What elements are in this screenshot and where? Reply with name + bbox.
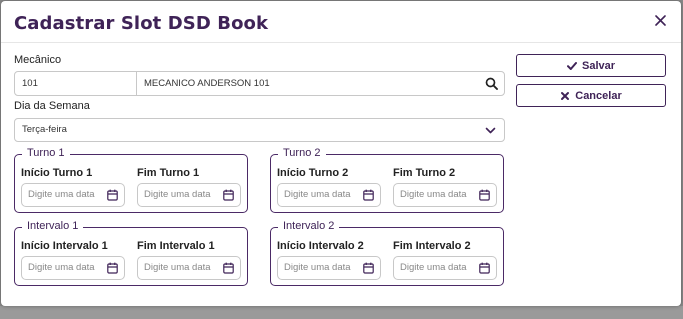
- close-button[interactable]: [651, 10, 669, 30]
- check-icon: [566, 61, 577, 70]
- calendar-icon[interactable]: [363, 189, 374, 201]
- legend-intervalo-2: Intervalo 2: [278, 220, 340, 232]
- start-turno-2-input[interactable]: Digite uma data: [277, 183, 381, 207]
- end-turno-2-input[interactable]: Digite uma data: [393, 183, 497, 207]
- start-turno-1-label: Início Turno 1: [21, 167, 93, 179]
- calendar-icon[interactable]: [223, 262, 234, 274]
- x-icon: [561, 91, 570, 100]
- backdrop-table: [0, 306, 683, 319]
- mechanic-code-input[interactable]: 101: [14, 71, 137, 96]
- start-turno-1-input[interactable]: Digite uma data: [21, 183, 125, 207]
- save-button[interactable]: Salvar: [516, 54, 666, 77]
- end-turno-1-input[interactable]: Digite uma data: [137, 183, 241, 207]
- modal-header: Cadastrar Slot DSD Book: [1, 1, 681, 43]
- mechanic-name-input[interactable]: MECANICO ANDERSON 101: [136, 71, 505, 96]
- end-intervalo-2-input[interactable]: Digite uma data: [393, 256, 497, 280]
- fieldset-intervalo-1: Intervalo 1 Início Intervalo 1 Fim Inter…: [14, 220, 248, 286]
- fieldset-intervalo-2: Intervalo 2 Início Intervalo 2 Fim Inter…: [270, 220, 504, 286]
- end-turno-2-label: Fim Turno 2: [393, 167, 456, 179]
- cancel-button-label: Cancelar: [575, 89, 622, 102]
- search-icon[interactable]: [485, 77, 498, 90]
- date-placeholder: Digite uma data: [144, 262, 211, 273]
- mechanic-name-value: MECANICO ANDERSON 101: [144, 78, 270, 89]
- close-icon: [654, 14, 666, 26]
- weekday-select[interactable]: Terça-feira: [14, 118, 505, 142]
- date-placeholder: Digite uma data: [400, 189, 467, 200]
- end-turno-1-label: Fim Turno 1: [137, 167, 200, 179]
- chevron-down-icon: [485, 127, 496, 134]
- start-turno-2-label: Início Turno 2: [277, 167, 349, 179]
- date-placeholder: Digite uma data: [284, 262, 351, 273]
- fieldset-turno-2: Turno 2 Início Turno 2 Fim Turno 2 Digit…: [270, 147, 504, 213]
- date-placeholder: Digite uma data: [284, 189, 351, 200]
- calendar-icon[interactable]: [107, 189, 118, 201]
- calendar-icon[interactable]: [223, 189, 234, 201]
- start-intervalo-2-label: Início Intervalo 2: [277, 240, 364, 252]
- calendar-icon[interactable]: [479, 189, 490, 201]
- modal-title: Cadastrar Slot DSD Book: [14, 13, 269, 34]
- start-intervalo-1-input[interactable]: Digite uma data: [21, 256, 125, 280]
- date-placeholder: Digite uma data: [28, 189, 95, 200]
- fieldset-turno-1: Turno 1 Início Turno 1 Fim Turno 1 Digit…: [14, 147, 248, 213]
- register-slot-modal: Cadastrar Slot DSD Book Mecânico 101 MEC…: [1, 1, 681, 306]
- calendar-icon[interactable]: [107, 262, 118, 274]
- calendar-icon[interactable]: [479, 262, 490, 274]
- save-button-label: Salvar: [581, 59, 616, 72]
- end-intervalo-1-input[interactable]: Digite uma data: [137, 256, 241, 280]
- start-intervalo-2-input[interactable]: Digite uma data: [277, 256, 381, 280]
- legend-turno-2: Turno 2: [278, 147, 326, 159]
- weekday-selected-value: Terça-feira: [22, 124, 67, 135]
- weekday-label: Dia da Semana: [14, 100, 90, 112]
- calendar-icon[interactable]: [363, 262, 374, 274]
- date-placeholder: Digite uma data: [400, 262, 467, 273]
- start-intervalo-1-label: Início Intervalo 1: [21, 240, 108, 252]
- cancel-button[interactable]: Cancelar: [516, 84, 666, 107]
- mechanic-label: Mecânico: [14, 54, 62, 66]
- date-placeholder: Digite uma data: [144, 189, 211, 200]
- legend-intervalo-1: Intervalo 1: [22, 220, 84, 232]
- end-intervalo-1-label: Fim Intervalo 1: [137, 240, 215, 252]
- date-placeholder: Digite uma data: [28, 262, 95, 273]
- end-intervalo-2-label: Fim Intervalo 2: [393, 240, 471, 252]
- legend-turno-1: Turno 1: [22, 147, 70, 159]
